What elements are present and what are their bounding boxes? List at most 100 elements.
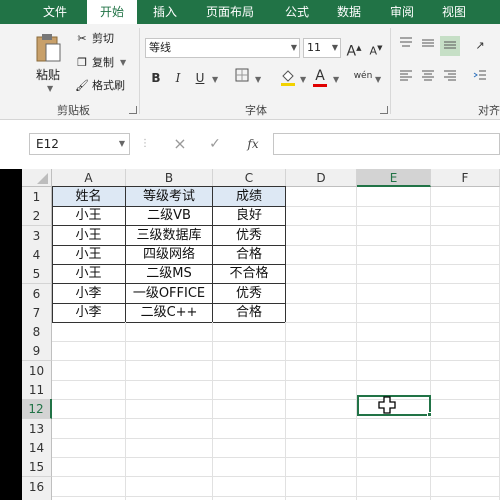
- cell[interactable]: [213, 380, 286, 400]
- cell[interactable]: [126, 399, 213, 419]
- table-cell[interactable]: 小王: [52, 226, 126, 246]
- cell[interactable]: [52, 341, 126, 361]
- cell[interactable]: [126, 341, 213, 361]
- cell[interactable]: [431, 284, 500, 304]
- row-header[interactable]: 7: [22, 303, 52, 323]
- cell[interactable]: [213, 457, 286, 477]
- cell[interactable]: [286, 226, 357, 246]
- cell[interactable]: [286, 245, 357, 265]
- cell[interactable]: [431, 380, 500, 400]
- cell[interactable]: [213, 477, 286, 497]
- row-header[interactable]: 12: [22, 399, 52, 419]
- table-header-cell[interactable]: 姓名: [52, 187, 126, 207]
- table-cell[interactable]: 三级数据库: [126, 226, 213, 246]
- cell[interactable]: [286, 284, 357, 304]
- table-cell[interactable]: 小王: [52, 264, 126, 284]
- table-cell[interactable]: 四级网络: [126, 245, 213, 265]
- cell[interactable]: [213, 496, 286, 500]
- cell[interactable]: [286, 477, 357, 497]
- cell[interactable]: [357, 187, 431, 207]
- cell[interactable]: [431, 361, 500, 381]
- table-cell[interactable]: 良好: [213, 206, 286, 226]
- cell[interactable]: [126, 380, 213, 400]
- cell[interactable]: [357, 496, 431, 500]
- cell[interactable]: [126, 477, 213, 497]
- cell[interactable]: [286, 264, 357, 284]
- cell[interactable]: [126, 457, 213, 477]
- table-cell[interactable]: 二级VB: [126, 206, 213, 226]
- column-header-c[interactable]: C: [213, 169, 286, 187]
- cell[interactable]: [357, 322, 431, 342]
- row-header[interactable]: 14: [22, 438, 52, 458]
- cell[interactable]: [286, 419, 357, 439]
- cell[interactable]: [357, 477, 431, 497]
- table-cell[interactable]: 优秀: [213, 284, 286, 304]
- cell[interactable]: [357, 206, 431, 226]
- table-cell[interactable]: 二级MS: [126, 264, 213, 284]
- table-cell[interactable]: 合格: [213, 303, 286, 323]
- cell[interactable]: [431, 322, 500, 342]
- cell[interactable]: [431, 341, 500, 361]
- cell[interactable]: [431, 399, 500, 419]
- cell[interactable]: [431, 226, 500, 246]
- cell[interactable]: [52, 457, 126, 477]
- cell[interactable]: [213, 322, 286, 342]
- cell[interactable]: [286, 303, 357, 323]
- cell[interactable]: [52, 322, 126, 342]
- cell[interactable]: [431, 419, 500, 439]
- cell[interactable]: [357, 264, 431, 284]
- cell[interactable]: [286, 438, 357, 458]
- cell[interactable]: [213, 419, 286, 439]
- cell[interactable]: [357, 419, 431, 439]
- row-header[interactable]: 11: [22, 380, 52, 400]
- cell[interactable]: [126, 496, 213, 500]
- row-header[interactable]: 4: [22, 245, 52, 265]
- cell[interactable]: [286, 206, 357, 226]
- row-header[interactable]: 6: [22, 284, 52, 304]
- table-header-cell[interactable]: 等级考试: [126, 187, 213, 207]
- cell[interactable]: [286, 187, 357, 207]
- row-header[interactable]: 8: [22, 322, 52, 342]
- cell[interactable]: [357, 457, 431, 477]
- cell[interactable]: [213, 341, 286, 361]
- cell[interactable]: [357, 284, 431, 304]
- cell[interactable]: [286, 457, 357, 477]
- cell[interactable]: [286, 341, 357, 361]
- cell[interactable]: [213, 361, 286, 381]
- row-header[interactable]: 2: [22, 206, 52, 226]
- table-cell[interactable]: 小李: [52, 284, 126, 304]
- cell[interactable]: [52, 438, 126, 458]
- table-cell[interactable]: 小王: [52, 206, 126, 226]
- cell[interactable]: [357, 361, 431, 381]
- cell[interactable]: [52, 361, 126, 381]
- column-header-a[interactable]: A: [52, 169, 126, 187]
- row-header[interactable]: 15: [22, 457, 52, 477]
- cell[interactable]: [357, 245, 431, 265]
- cell[interactable]: [357, 226, 431, 246]
- table-cell[interactable]: 合格: [213, 245, 286, 265]
- cell[interactable]: [357, 303, 431, 323]
- cell[interactable]: [357, 341, 431, 361]
- column-header-e[interactable]: E: [357, 169, 431, 187]
- table-cell[interactable]: 优秀: [213, 226, 286, 246]
- cell[interactable]: [286, 496, 357, 500]
- cell[interactable]: [431, 245, 500, 265]
- column-header-d[interactable]: D: [286, 169, 357, 187]
- select-all-button[interactable]: [22, 169, 52, 187]
- cell[interactable]: [431, 477, 500, 497]
- cell[interactable]: [357, 438, 431, 458]
- table-cell[interactable]: 不合格: [213, 264, 286, 284]
- cell[interactable]: [286, 380, 357, 400]
- table-cell[interactable]: 二级C++: [126, 303, 213, 323]
- cell[interactable]: [126, 438, 213, 458]
- cell[interactable]: [431, 264, 500, 284]
- row-header[interactable]: 13: [22, 419, 52, 439]
- cell[interactable]: [126, 322, 213, 342]
- row-header[interactable]: 3: [22, 226, 52, 246]
- cell[interactable]: [52, 496, 126, 500]
- column-header-f[interactable]: F: [431, 169, 500, 187]
- row-header[interactable]: 9: [22, 341, 52, 361]
- fill-handle[interactable]: [427, 412, 432, 417]
- row-header[interactable]: 10: [22, 361, 52, 381]
- cell[interactable]: [52, 477, 126, 497]
